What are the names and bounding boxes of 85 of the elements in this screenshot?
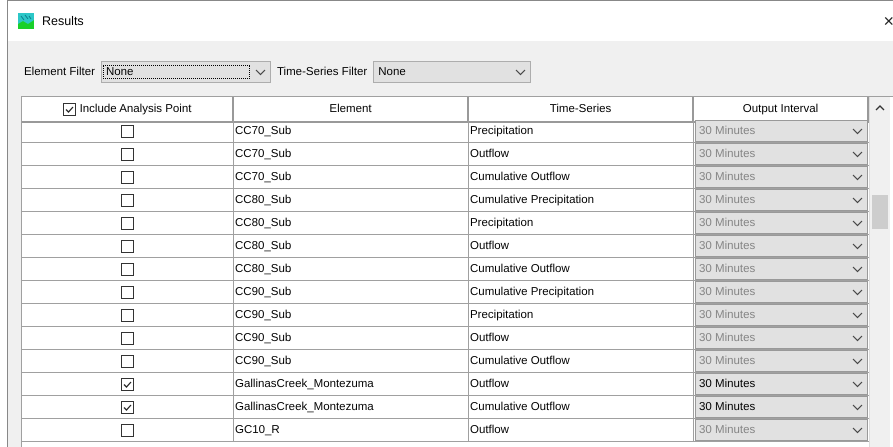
table-cell: Outflow (469, 419, 694, 442)
table-cell: Outflow (469, 373, 694, 396)
window-title: Results (42, 14, 85, 28)
checkbox[interactable] (121, 378, 134, 390)
table-cell: CC70_Sub (234, 166, 469, 189)
app-icon (18, 13, 34, 29)
table-cell: Cumulative Precipitation (469, 281, 694, 304)
caret-icon (852, 266, 863, 272)
interval-dropdown[interactable]: 30 Minutes (695, 212, 868, 234)
checkbox[interactable] (121, 240, 134, 252)
table-cell: CC70_Sub (234, 120, 469, 143)
table-cell: CC90_Sub (234, 350, 469, 373)
table-cell: Precipitation (469, 120, 694, 143)
filter-dropdown[interactable]: None (100, 61, 271, 83)
table-cell: Outflow (469, 327, 694, 350)
caret-icon (852, 242, 863, 250)
interval-dropdown[interactable]: 30 Minutes (695, 419, 868, 441)
caret-icon (852, 220, 863, 226)
table-cell: CC80_Sub (234, 258, 469, 281)
caret-icon (852, 334, 863, 342)
interval-dropdown[interactable]: 30 Minutes (695, 166, 868, 188)
checkbox[interactable] (121, 332, 134, 344)
close-button[interactable]: × (877, 10, 893, 32)
checkbox[interactable] (121, 308, 134, 322)
table-cell: Precipitation (469, 304, 694, 327)
table-cell: CC90_Sub (234, 304, 469, 327)
caret-icon (254, 68, 266, 76)
filter-label: Element Filter (24, 66, 95, 78)
interval-dropdown[interactable]: 30 Minutes (695, 373, 868, 395)
table-cell: Outflow (469, 235, 694, 258)
caret-icon (852, 426, 863, 434)
checkbox[interactable] (121, 286, 134, 298)
interval-dropdown[interactable]: 30 Minutes (695, 396, 868, 418)
table-cell: CC90_Sub (234, 327, 469, 350)
interval-dropdown[interactable]: 30 Minutes (695, 189, 868, 211)
scroll-up-icon[interactable] (875, 105, 885, 111)
caret-icon (852, 128, 863, 134)
interval-dropdown[interactable]: 30 Minutes (695, 327, 868, 349)
scrollbar-thumb[interactable] (872, 195, 888, 229)
table-cell: Cumulative Outflow (469, 166, 694, 189)
column-header: Element (234, 97, 469, 123)
checkbox[interactable] (121, 124, 134, 138)
caret-icon (852, 312, 863, 318)
interval-dropdown[interactable]: 30 Minutes (695, 235, 868, 257)
table-cell: CC80_Sub (234, 189, 469, 212)
interval-dropdown[interactable]: 30 Minutes (695, 281, 868, 303)
filter-dropdown[interactable]: None (373, 61, 532, 83)
checkbox[interactable] (121, 424, 134, 436)
caret-icon (515, 68, 526, 76)
table-cell: Cumulative Outflow (469, 396, 694, 419)
interval-dropdown[interactable]: 30 Minutes (695, 258, 868, 280)
table-cell: GallinasCreek_Montezuma (234, 396, 469, 419)
checkbox[interactable] (121, 194, 134, 206)
caret-icon (852, 380, 863, 388)
interval-dropdown[interactable]: 30 Minutes (695, 143, 868, 165)
checkbox[interactable] (121, 262, 134, 276)
caret-icon (852, 196, 863, 204)
filter-label: Time-Series Filter (276, 66, 368, 78)
checkbox[interactable] (121, 216, 134, 230)
table-cell: Precipitation (469, 212, 694, 235)
interval-dropdown[interactable]: 30 Minutes (695, 350, 868, 372)
table-cell: Cumulative Precipitation (469, 189, 694, 212)
checkbox[interactable] (121, 354, 134, 368)
caret-icon (852, 288, 863, 296)
column-header: Include Analysis Point (80, 103, 192, 115)
table-cell: CC80_Sub (234, 235, 469, 258)
table-cell: GallinasCreek_Montezuma (234, 373, 469, 396)
interval-dropdown[interactable]: 30 Minutes (695, 120, 868, 142)
caret-icon (852, 358, 863, 364)
caret-icon (852, 174, 863, 180)
checkbox[interactable] (62, 102, 76, 116)
checkbox[interactable] (121, 400, 134, 414)
table-cell: CC90_Sub (234, 281, 469, 304)
checkbox[interactable] (121, 148, 134, 160)
table-cell: GC10_R (234, 419, 469, 442)
table-cell: Outflow (469, 143, 694, 166)
interval-dropdown[interactable]: 30 Minutes (695, 304, 868, 326)
table-cell: Cumulative Outflow (469, 350, 694, 373)
caret-icon (852, 150, 863, 158)
caret-icon (852, 404, 863, 410)
checkbox[interactable] (121, 170, 134, 184)
table-cell: CC70_Sub (234, 143, 469, 166)
table-cell: CC80_Sub (234, 212, 469, 235)
table-cell: Cumulative Outflow (469, 258, 694, 281)
column-header: Time-Series (469, 97, 694, 123)
